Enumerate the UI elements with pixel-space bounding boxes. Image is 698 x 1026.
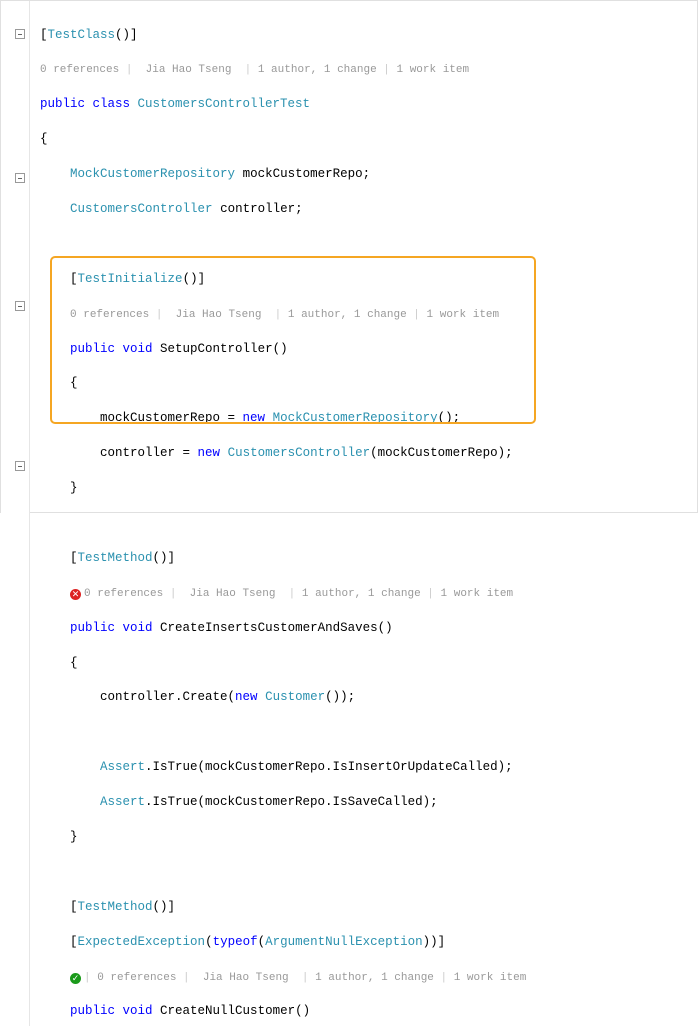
method-name: CreateNullCustomer() <box>160 1004 310 1018</box>
keyword: public class <box>40 97 130 111</box>
codelens-refs[interactable]: 0 references <box>40 64 119 76</box>
code-content[interactable]: [TestClass()] 0 references | Jia Hao Tse… <box>30 1 526 1026</box>
bracket: ()] <box>115 28 138 42</box>
keyword: public void <box>70 342 153 356</box>
test-fail-icon[interactable]: ✕ <box>70 589 81 600</box>
codelens-author[interactable]: Jia Hao Tseng <box>176 309 262 321</box>
test-pass-icon[interactable]: ✓ <box>70 973 81 984</box>
field: controller; <box>220 202 303 216</box>
attribute: ExpectedException <box>78 935 206 949</box>
brace: { <box>40 131 526 148</box>
type: CustomersControllerTest <box>138 97 311 111</box>
codelens-refs[interactable]: 0 references <box>84 588 163 600</box>
fold-icon[interactable] <box>15 301 25 311</box>
fold-icon[interactable] <box>15 173 25 183</box>
type: MockCustomerRepository <box>70 167 235 181</box>
codelens-work[interactable]: 1 work item <box>441 588 514 600</box>
attribute: TestInitialize <box>78 272 183 286</box>
codelens-changes[interactable]: 1 author, 1 change <box>302 588 421 600</box>
type: CustomersController <box>70 202 213 216</box>
method-name: CreateInsertsCustomerAndSaves() <box>160 621 393 635</box>
attribute: TestMethod <box>78 900 153 914</box>
code-editor[interactable]: [TestClass()] 0 references | Jia Hao Tse… <box>1 1 697 1026</box>
codelens-changes[interactable]: 1 author, 1 change <box>288 309 407 321</box>
fold-icon[interactable] <box>15 29 25 39</box>
codelens-refs[interactable]: 0 references <box>70 309 149 321</box>
field: mockCustomerRepo; <box>243 167 371 181</box>
codelens-changes[interactable]: 1 author, 1 change <box>258 64 377 76</box>
bracket: [ <box>40 28 48 42</box>
codelens-author[interactable]: Jia Hao Tseng <box>203 972 289 984</box>
attribute: TestClass <box>48 28 116 42</box>
codelens-changes[interactable]: 1 author, 1 change <box>315 972 434 984</box>
codelens-work[interactable]: 1 work item <box>427 309 500 321</box>
codelens-author[interactable]: Jia Hao Tseng <box>146 64 232 76</box>
attribute: TestMethod <box>78 551 153 565</box>
method-name: SetupController() <box>160 342 288 356</box>
codelens-work[interactable]: 1 work item <box>397 64 470 76</box>
fold-icon[interactable] <box>15 461 25 471</box>
codelens-work[interactable]: 1 work item <box>454 972 527 984</box>
fold-gutter <box>1 1 30 1026</box>
codelens-author[interactable]: Jia Hao Tseng <box>190 588 276 600</box>
codelens-refs[interactable]: 0 references <box>97 972 176 984</box>
